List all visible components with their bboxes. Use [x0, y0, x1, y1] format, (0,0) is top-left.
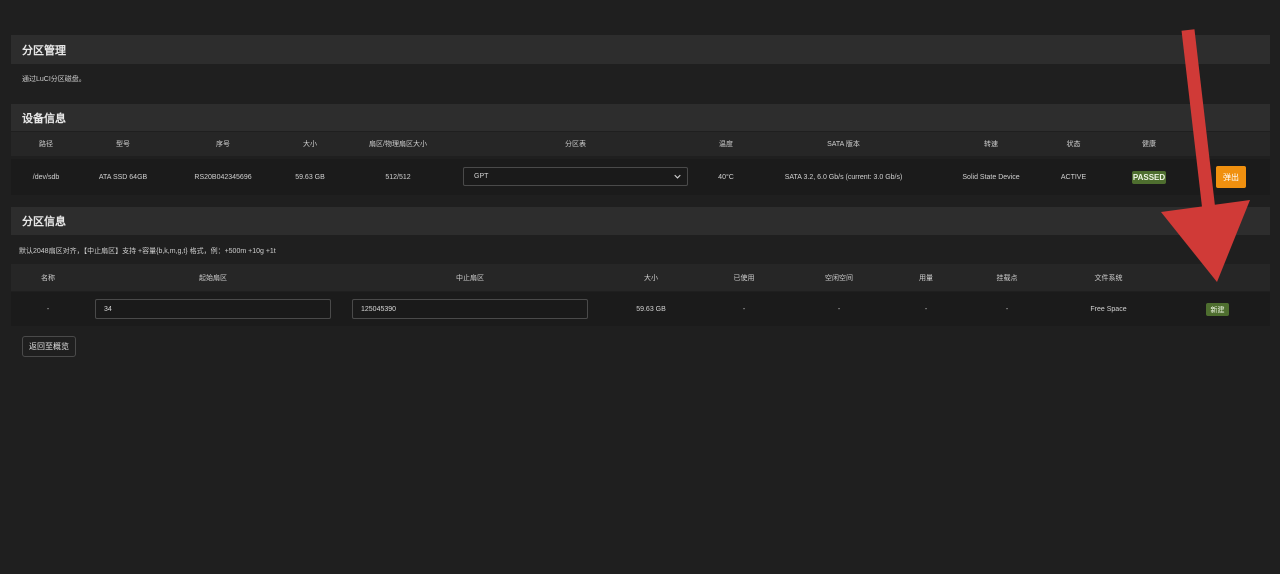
back-to-overview-button[interactable]: 返回至概览 [22, 336, 76, 357]
header-partition-table: 分区表 [565, 141, 586, 148]
partition-mount: - [1005, 305, 1009, 313]
header-state: 状态 [1066, 141, 1081, 148]
header-rpm: 转速 [984, 141, 998, 148]
partition-table-select[interactable]: GPT [463, 167, 688, 186]
header-name: 名称 [41, 274, 55, 282]
device-model: ATA SSD 64GB [98, 173, 148, 181]
page-title: 分区管理 [22, 44, 66, 57]
header-sector: 扇区/物理扇区大小 [369, 141, 427, 148]
header-start-sector: 起始扇区 [199, 274, 227, 282]
partition-free: - [837, 305, 841, 313]
page-description: 通过LuCI分区磁盘。 [22, 76, 86, 83]
header-path: 路径 [39, 141, 53, 148]
device-temperature: 40°C [718, 173, 734, 181]
device-table-header: 路径 型号 序号 大小 扇区/物理扇区大小 分区表 温度 SATA 版本 转速 … [11, 132, 1270, 156]
header-sata: SATA 版本 [827, 141, 860, 148]
header-free: 空闲空间 [825, 274, 853, 282]
page-title-bar: 分区管理 [11, 35, 1270, 64]
partition-note: 默认2048扇区对齐，【中止扇区】支持 +容量{b,k,m,g,t} 格式，例：… [19, 248, 276, 255]
header-end-sector: 中止扇区 [456, 274, 484, 282]
partition-usage: - [924, 305, 928, 313]
header-health: 健康 [1142, 141, 1156, 148]
device-sata: SATA 3.2, 6.0 Gb/s (current: 3.0 Gb/s) [784, 173, 903, 181]
device-section-header: 设备信息 [11, 104, 1270, 131]
partition-section-header: 分区信息 [11, 207, 1270, 235]
partition-name: - [46, 305, 50, 313]
partition-section-title: 分区信息 [22, 216, 66, 228]
header-temperature: 温度 [719, 141, 733, 148]
partition-table-value: GPT [474, 173, 489, 180]
start-sector-input[interactable] [95, 299, 331, 319]
partition-table-header: 名称 起始扇区 中止扇区 大小 已使用 空闲空间 用量 挂载点 文件系统 [11, 264, 1270, 291]
device-row: /dev/sdb ATA SSD 64GB RS20B042345696 59.… [11, 159, 1270, 195]
eject-button[interactable]: 弹出 [1216, 166, 1246, 188]
device-rpm: Solid State Device [962, 173, 1020, 181]
end-sector-input[interactable] [352, 299, 588, 319]
header-serial: 序号 [216, 141, 230, 148]
device-serial: RS20B042345696 [194, 173, 252, 181]
device-size: 59.63 GB [295, 173, 325, 181]
header-size: 大小 [303, 141, 317, 148]
partition-row: - 59.63 GB - - - - Free Space 新建 [11, 292, 1270, 326]
chevron-down-icon [674, 174, 681, 179]
partition-size: 59.63 GB [636, 305, 666, 313]
header-mount: 挂载点 [996, 274, 1018, 282]
new-partition-button[interactable]: 新建 [1206, 303, 1229, 316]
device-section-title: 设备信息 [22, 112, 66, 125]
device-sector: 512/512 [385, 173, 411, 181]
header-filesystem: 文件系统 [1094, 274, 1123, 282]
device-path: /dev/sdb [32, 173, 60, 181]
header-usage: 用量 [919, 274, 933, 282]
device-state: ACTIVE [1060, 173, 1087, 181]
header-model: 型号 [116, 141, 130, 148]
partition-used: - [742, 305, 746, 313]
health-badge: PASSED [1132, 171, 1166, 184]
header-part-size: 大小 [644, 274, 658, 282]
header-used: 已使用 [733, 274, 755, 282]
partition-filesystem: Free Space [1090, 305, 1127, 313]
